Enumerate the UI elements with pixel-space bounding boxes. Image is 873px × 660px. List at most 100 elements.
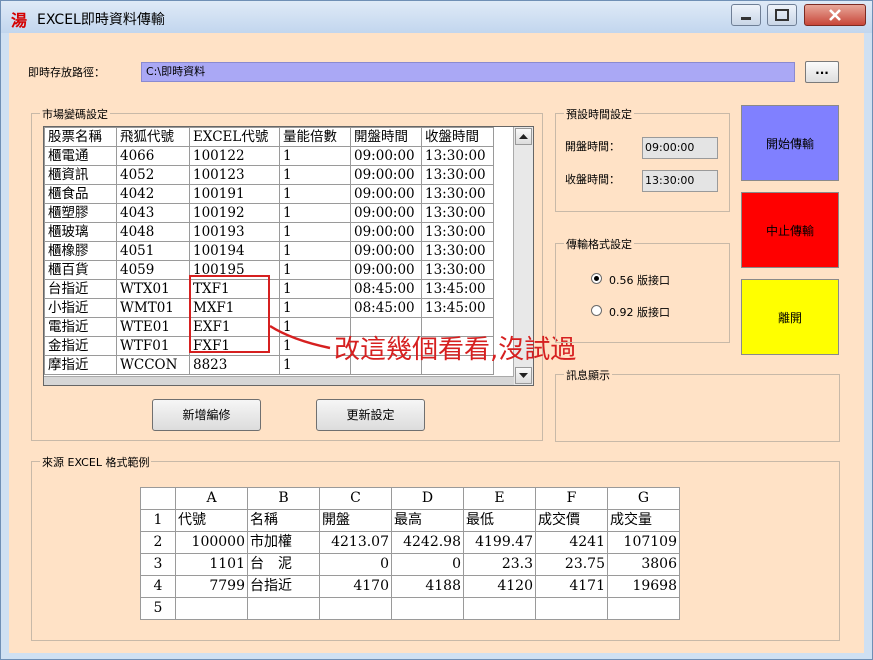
cell[interactable]: 櫃資訊 <box>44 165 117 185</box>
excel-col-header: G <box>607 487 680 510</box>
format-radio-092[interactable] <box>591 305 602 316</box>
cell[interactable]: 4048 <box>116 222 190 242</box>
cell[interactable]: 摩指近 <box>44 355 117 375</box>
cell[interactable]: 08:45:00 <box>350 279 422 299</box>
table-row[interactable]: 櫃電通 4066 100122 1 09:00:00 13:30:00 <box>44 146 494 166</box>
excel-cell <box>391 597 464 620</box>
cell[interactable]: 4043 <box>116 203 190 223</box>
cell[interactable]: 8823 <box>189 355 280 375</box>
excel-cell: 0 <box>391 553 464 576</box>
exit-button[interactable]: 離開 <box>741 279 839 355</box>
cell[interactable]: 100123 <box>189 165 280 185</box>
cell[interactable]: 金指近 <box>44 336 117 356</box>
cell[interactable]: 櫃塑膠 <box>44 203 117 223</box>
cell[interactable]: 13:30:00 <box>421 146 494 166</box>
cell[interactable]: 1 <box>279 203 351 223</box>
cell[interactable]: WTE01 <box>116 317 190 337</box>
table-row[interactable]: 櫃橡膠 4051 100194 1 09:00:00 13:30:00 <box>44 241 494 261</box>
cell[interactable]: 13:30:00 <box>421 222 494 242</box>
cell[interactable]: 13:45:00 <box>421 279 494 299</box>
cell[interactable]: 100122 <box>189 146 280 166</box>
table-row[interactable]: 櫃資訊 4052 100123 1 09:00:00 13:30:00 <box>44 165 494 185</box>
close-time-input[interactable]: 13:30:00 <box>642 170 718 192</box>
cell[interactable]: 100194 <box>189 241 280 261</box>
cell[interactable]: 小指近 <box>44 298 117 318</box>
table-row[interactable]: 櫃玻璃 4048 100193 1 09:00:00 13:30:00 <box>44 222 494 242</box>
cell[interactable]: 09:00:00 <box>350 165 422 185</box>
annotation-text: 改這幾個看看,沒試過 <box>334 335 577 365</box>
col-header[interactable]: 股票名稱 <box>44 127 117 147</box>
cell[interactable]: 1 <box>279 260 351 280</box>
path-input[interactable]: C:\即時資料 <box>141 62 795 82</box>
col-header[interactable]: 飛狐代號 <box>116 127 190 147</box>
format-settings-group: 傳輸格式設定 <box>555 236 730 343</box>
cell[interactable]: 13:45:00 <box>421 298 494 318</box>
scroll-down-button[interactable] <box>515 367 532 384</box>
title-bar[interactable]: 湯 EXCEL即時資料傳輸 <box>1 1 872 33</box>
col-header[interactable]: 收盤時間 <box>421 127 494 147</box>
close-button[interactable] <box>804 4 866 26</box>
cell[interactable]: 13:30:00 <box>421 241 494 261</box>
excel-row-number: 2 <box>140 531 176 554</box>
cell[interactable]: WTF01 <box>116 336 190 356</box>
cell[interactable]: 1 <box>279 165 351 185</box>
cell[interactable]: 1 <box>279 184 351 204</box>
cell[interactable]: 100193 <box>189 222 280 242</box>
cell[interactable]: 台指近 <box>44 279 117 299</box>
browse-button[interactable]: ... <box>805 61 839 83</box>
cell[interactable]: 1 <box>279 222 351 242</box>
start-transfer-button[interactable]: 開始傳輸 <box>741 105 839 181</box>
cell[interactable]: 4066 <box>116 146 190 166</box>
format-option-056-label[interactable]: 0.56 版接口 <box>609 272 670 288</box>
cell[interactable]: 櫃百貨 <box>44 260 117 280</box>
cell[interactable]: 4051 <box>116 241 190 261</box>
excel-cell: 7799 <box>175 575 248 598</box>
open-time-input[interactable]: 09:00:00 <box>642 137 718 159</box>
cell[interactable]: 13:30:00 <box>421 260 494 280</box>
cell[interactable]: 13:30:00 <box>421 184 494 204</box>
table-row[interactable]: 櫃食品 4042 100191 1 09:00:00 13:30:00 <box>44 184 494 204</box>
minimize-button[interactable] <box>731 4 761 26</box>
scroll-up-button[interactable] <box>515 128 532 145</box>
cell[interactable]: 1 <box>279 279 351 299</box>
cell[interactable]: WMT01 <box>116 298 190 318</box>
cell[interactable]: 1 <box>279 241 351 261</box>
maximize-button[interactable] <box>767 4 797 26</box>
cell[interactable]: 1 <box>279 146 351 166</box>
col-header[interactable]: 開盤時間 <box>350 127 422 147</box>
cell[interactable]: 1 <box>279 298 351 318</box>
excel-example-title: 來源 EXCEL 格式範例 <box>40 454 152 470</box>
update-settings-button[interactable]: 更新設定 <box>316 399 425 431</box>
col-header[interactable]: EXCEL代號 <box>189 127 280 147</box>
add-edit-button[interactable]: 新增編修 <box>152 399 261 431</box>
col-header[interactable]: 量能倍數 <box>279 127 351 147</box>
cell[interactable]: 電指近 <box>44 317 117 337</box>
cell[interactable]: 09:00:00 <box>350 203 422 223</box>
cell[interactable]: 09:00:00 <box>350 184 422 204</box>
cell[interactable]: 4059 <box>116 260 190 280</box>
cell[interactable]: 13:30:00 <box>421 165 494 185</box>
horizontal-scrollbar[interactable] <box>44 376 514 385</box>
format-option-092-label[interactable]: 0.92 版接口 <box>609 304 670 320</box>
cell[interactable]: 櫃電通 <box>44 146 117 166</box>
cell[interactable]: 櫃食品 <box>44 184 117 204</box>
cell[interactable]: 13:30:00 <box>421 203 494 223</box>
cell[interactable]: 09:00:00 <box>350 241 422 261</box>
cell[interactable]: 08:45:00 <box>350 298 422 318</box>
stop-transfer-button[interactable]: 中止傳輸 <box>741 192 839 268</box>
cell[interactable]: 09:00:00 <box>350 260 422 280</box>
cell[interactable]: 櫃玻璃 <box>44 222 117 242</box>
table-row[interactable]: 櫃塑膠 4043 100192 1 09:00:00 13:30:00 <box>44 203 494 223</box>
cell[interactable]: 09:00:00 <box>350 222 422 242</box>
excel-cell: 最低 <box>463 509 536 532</box>
cell[interactable]: 100192 <box>189 203 280 223</box>
cell[interactable]: WCCON <box>116 355 190 375</box>
cell[interactable]: 4052 <box>116 165 190 185</box>
cell[interactable]: 09:00:00 <box>350 146 422 166</box>
cell[interactable]: 100191 <box>189 184 280 204</box>
cell[interactable]: 櫃橡膠 <box>44 241 117 261</box>
cell[interactable]: WTX01 <box>116 279 190 299</box>
format-radio-056[interactable] <box>591 273 602 284</box>
excel-cell: 0 <box>319 553 392 576</box>
cell[interactable]: 4042 <box>116 184 190 204</box>
